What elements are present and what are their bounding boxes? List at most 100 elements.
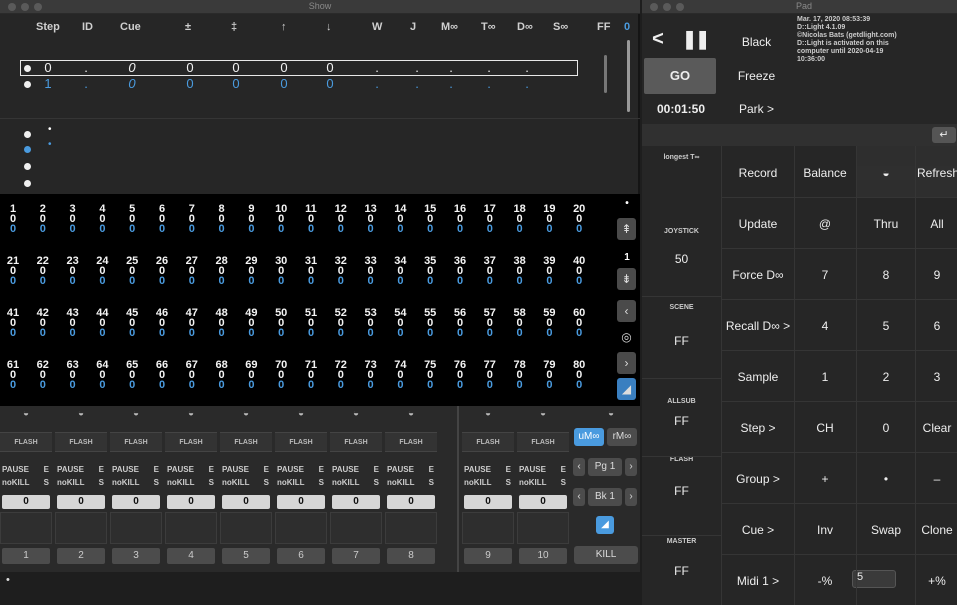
col-j[interactable]: J — [410, 21, 416, 33]
col-delay[interactable]: ‡ — [231, 21, 237, 33]
channel-cell[interactable]: 31 0 0 — [301, 256, 321, 287]
channel-cell[interactable]: 41 0 0 — [3, 308, 23, 339]
keypad-button[interactable]: 8 — [857, 268, 915, 282]
channel-cell[interactable]: 70 0 0 — [271, 360, 291, 391]
channel-cell[interactable]: 39 0 0 — [539, 256, 559, 287]
keypad-button[interactable]: 3 — [917, 370, 957, 384]
channel-cell[interactable]: 24 0 0 — [92, 256, 112, 287]
channel-cell[interactable]: 50 0 0 — [271, 308, 291, 339]
col-plusminus[interactable]: ± — [185, 21, 191, 33]
fader-8[interactable]: ◒ FLASH PAUSE EnoKILL S 0 8 — [385, 406, 437, 572]
fader-knob-icon[interactable]: ◒ — [385, 408, 437, 419]
channel-cell[interactable]: 74 0 0 — [390, 360, 410, 391]
fader-number-button[interactable]: 4 — [167, 548, 215, 564]
cue-val-c[interactable]: 0 — [276, 76, 292, 91]
channel-cell[interactable]: 30 0 0 — [271, 256, 291, 287]
menu-button[interactable]: Step > — [722, 421, 794, 435]
prev-page-button[interactable]: ‹ — [573, 458, 585, 476]
pause-row[interactable]: PAUSE E — [0, 465, 52, 475]
page-button[interactable]: Pg 1 — [588, 458, 622, 476]
fader-number-button[interactable]: 6 — [277, 548, 325, 564]
black-button[interactable]: Black — [724, 35, 789, 49]
nokill-row[interactable]: noKILL S — [220, 478, 272, 488]
fader-knob-icon[interactable]: ◒ — [857, 166, 915, 180]
cue-val-c[interactable]: 0 — [276, 60, 292, 75]
channel-cell[interactable]: 13 0 0 — [361, 204, 381, 235]
channel-cell[interactable]: 19 0 0 — [539, 204, 559, 235]
fader-knob-icon[interactable]: ◒ — [55, 408, 107, 419]
bank-button[interactable]: Bk 1 — [588, 488, 622, 506]
channel-cell[interactable]: 36 0 0 — [450, 256, 470, 287]
kill-button[interactable]: KILL — [574, 546, 638, 564]
col-m[interactable]: M∞ — [441, 21, 458, 33]
channel-cell[interactable]: 58 0 0 — [510, 308, 530, 339]
side-value[interactable]: FF — [642, 484, 721, 498]
fader-knob-icon[interactable]: ◒ — [517, 408, 569, 419]
side-value[interactable]: FF — [642, 334, 721, 348]
fader-value[interactable]: 0 — [167, 495, 215, 509]
fader-value[interactable]: 0 — [277, 495, 325, 509]
channel-cell[interactable]: 57 0 0 — [480, 308, 500, 339]
col-id[interactable]: ID — [82, 21, 93, 33]
keypad-button[interactable]: CH — [795, 421, 855, 435]
channel-cell[interactable]: 21 0 0 — [3, 256, 23, 287]
keypad-button[interactable]: Sample — [722, 370, 794, 384]
keypad-button[interactable]: @ — [795, 217, 855, 231]
fader-track[interactable] — [165, 512, 217, 544]
fader-5[interactable]: ◒ FLASH PAUSE EnoKILL S 0 5 — [220, 406, 272, 572]
nokill-row[interactable]: noKILL S — [110, 478, 162, 488]
fader-3[interactable]: ◒ FLASH PAUSE EnoKILL S 0 3 — [110, 406, 162, 572]
channel-cell[interactable]: 71 0 0 — [301, 360, 321, 391]
channel-cell[interactable]: 14 0 0 — [390, 204, 410, 235]
enter-icon[interactable]: ↵ — [932, 127, 956, 143]
nokill-label[interactable]: noKILL — [167, 478, 195, 487]
channel-cell[interactable]: 32 0 0 — [331, 256, 351, 287]
cue-val-a[interactable]: 0 — [182, 76, 198, 91]
side-value[interactable]: 50 — [642, 252, 721, 266]
channel-cell[interactable]: 20 0 0 — [569, 204, 589, 235]
pause-label[interactable]: PAUSE — [519, 465, 546, 474]
flash-button[interactable]: FLASH — [517, 432, 569, 452]
keypad-button[interactable]: Update — [722, 217, 794, 231]
e-label[interactable]: E — [374, 465, 379, 474]
channel-cell[interactable]: 35 0 0 — [420, 256, 440, 287]
pause-row[interactable]: PAUSE E — [55, 465, 107, 475]
fader-knob-icon[interactable]: ◒ — [0, 408, 52, 419]
s-label[interactable]: S — [154, 478, 159, 487]
keypad-button[interactable]: 6 — [917, 319, 957, 333]
keypad-button[interactable]: Inv — [795, 523, 855, 537]
channel-cell[interactable]: 800 — [212, 204, 232, 235]
page-down-button[interactable]: ⇟ — [617, 268, 636, 290]
s-label[interactable]: S — [429, 478, 434, 487]
nokill-label[interactable]: noKILL — [277, 478, 305, 487]
keypad-button[interactable]: • — [857, 472, 915, 486]
channel-cell[interactable]: 65 0 0 — [122, 360, 142, 391]
s-label[interactable]: S — [319, 478, 324, 487]
channel-cell[interactable]: 40 0 0 — [569, 256, 589, 287]
channel-cell[interactable]: 700 — [182, 204, 202, 235]
pause-label[interactable]: PAUSE — [387, 465, 414, 474]
pause-label[interactable]: PAUSE — [277, 465, 304, 474]
fader-4[interactable]: ◒ FLASH PAUSE EnoKILL S 0 4 — [165, 406, 217, 572]
e-label[interactable]: E — [319, 465, 324, 474]
col-w[interactable]: W — [372, 21, 382, 33]
channel-cell[interactable]: 17 0 0 — [480, 204, 500, 235]
go-button[interactable]: GO — [644, 58, 716, 94]
channel-cell[interactable]: 27 0 0 — [182, 256, 202, 287]
col-cue[interactable]: Cue — [120, 21, 141, 33]
pause-row[interactable]: PAUSE E — [385, 465, 437, 475]
fader-number-button[interactable]: 1 — [2, 548, 50, 564]
channel-cell[interactable]: 49 0 0 — [241, 308, 261, 339]
cue-val-d[interactable]: 0 — [322, 60, 338, 75]
fader-track[interactable] — [517, 512, 569, 544]
nokill-label[interactable]: noKILL — [464, 478, 492, 487]
fader-number-button[interactable]: 9 — [464, 548, 512, 564]
s-label[interactable]: S — [44, 478, 49, 487]
channel-cell[interactable]: 28 0 0 — [212, 256, 232, 287]
fader-7[interactable]: ◒ FLASH PAUSE EnoKILL S 0 7 — [330, 406, 382, 572]
fader-value[interactable]: 0 — [112, 495, 160, 509]
channel-cell[interactable]: 12 0 0 — [331, 204, 351, 235]
channel-cell[interactable]: 78 0 0 — [510, 360, 530, 391]
umoo-button[interactable]: uM∞ — [574, 428, 604, 446]
pause-row[interactable]: PAUSE E — [330, 465, 382, 475]
